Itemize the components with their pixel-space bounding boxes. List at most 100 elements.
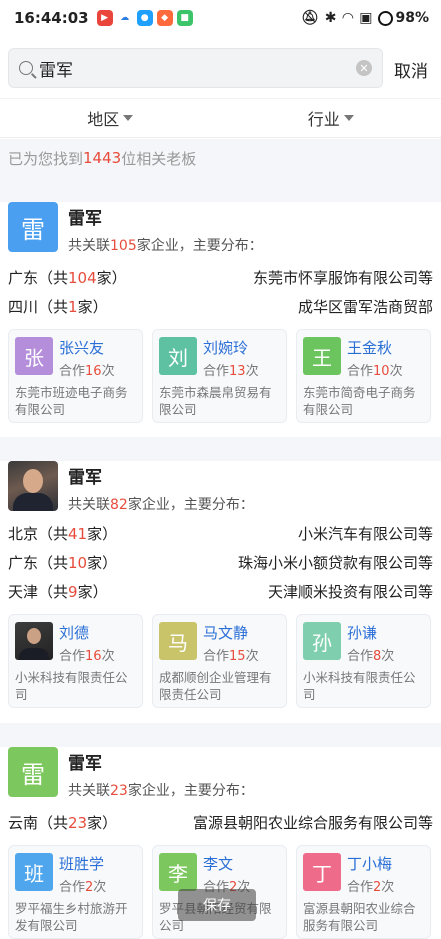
- distribution-row[interactable]: 天津（共9家）天津顺米投资有限公司等: [8, 577, 433, 606]
- partner-coop: 合作15次: [203, 645, 259, 664]
- region-label: 四川（共1家）: [8, 296, 108, 317]
- divider: [0, 437, 441, 461]
- coop-prefix: 合作: [347, 649, 373, 664]
- boss-name[interactable]: 雷军: [68, 204, 263, 229]
- partner-company: 富源县朝阳农业综合服务有限公司: [303, 900, 424, 934]
- search-query[interactable]: 雷军: [39, 56, 356, 81]
- caret-down-icon: [344, 115, 354, 121]
- region-count: 23: [68, 814, 87, 832]
- partner-name[interactable]: 马文静: [203, 622, 259, 643]
- partner-card[interactable]: 刘刘婉玲合作13次东莞市森晨帛贸易有限公司: [152, 329, 287, 423]
- region-prefix: 广东（共: [8, 554, 68, 572]
- region-count: 9: [68, 583, 78, 601]
- region-unit: 家）: [97, 269, 127, 287]
- region-label: 云南（共23家）: [8, 812, 117, 833]
- coop-prefix: 合作: [203, 649, 229, 664]
- status-app-icons: ▶☁●◆■: [97, 10, 193, 26]
- distribution-list: 云南（共23家）富源县朝阳农业综合服务有限公司等: [8, 808, 433, 837]
- distribution-row[interactable]: 广东（共104家）东莞市怀享服饰有限公司等: [8, 263, 433, 292]
- partner-coop: 合作2次: [59, 876, 106, 895]
- partner-coop: 合作2次: [347, 876, 394, 895]
- distribution-list: 广东（共104家）东莞市怀享服饰有限公司等 四川（共1家）成华区雷军浩商贸部: [8, 263, 433, 321]
- summary-suffix: 家企业，主要分布：: [128, 783, 254, 799]
- boss-header: 雷 雷军 共关联23家企业，主要分布：: [8, 747, 433, 800]
- partner-name[interactable]: 丁小梅: [347, 853, 394, 874]
- partner-name[interactable]: 班胜学: [59, 853, 106, 874]
- filter-region-label: 地区: [87, 106, 119, 130]
- filter-industry-label: 行业: [308, 106, 340, 130]
- partner-avatar: 张: [15, 337, 53, 375]
- partner-coop: 合作16次: [59, 360, 115, 379]
- summary-prefix: 共关联: [68, 783, 110, 799]
- distribution-list: 北京（共41家）小米汽车有限公司等 广东（共10家）珠海小米小额贷款有限公司等 …: [8, 519, 433, 606]
- partner-card[interactable]: 班班胜学合作2次罗平福生乡村旅游开发有限公司: [8, 845, 143, 939]
- avatar[interactable]: [8, 461, 58, 511]
- sim-icon: ▣: [359, 10, 372, 26]
- boss-header: 雷军 共关联82家企业，主要分布：: [8, 461, 433, 514]
- boss-name[interactable]: 雷军: [68, 463, 254, 488]
- partner-company: 东莞市班迹电子商务有限公司: [15, 384, 136, 418]
- filter-region[interactable]: 地区: [0, 99, 221, 137]
- search-icon: [19, 61, 33, 75]
- region-company: 小米汽车有限公司等: [298, 523, 433, 544]
- region-count: 1: [68, 298, 78, 316]
- summary-prefix: 共关联: [68, 497, 110, 513]
- partner-name[interactable]: 刘婉玲: [203, 337, 259, 358]
- filter-bar: 地区 行业: [0, 98, 441, 138]
- partner-name[interactable]: 张兴友: [59, 337, 115, 358]
- partner-company: 东莞市森晨帛贸易有限公司: [159, 384, 280, 418]
- battery-icon: [378, 11, 393, 26]
- search-input[interactable]: 雷军 ✕: [8, 48, 383, 88]
- coop-suffix: 次: [246, 364, 259, 379]
- distribution-row[interactable]: 云南（共23家）富源县朝阳农业综合服务有限公司等: [8, 808, 433, 837]
- coop-suffix: 次: [390, 364, 403, 379]
- partner-name[interactable]: 王金秋: [347, 337, 403, 358]
- result-prefix: 已为您找到: [8, 148, 83, 169]
- boss-summary: 共关联82家企业，主要分布：: [68, 494, 254, 514]
- filter-industry[interactable]: 行业: [221, 99, 441, 137]
- company-count: 82: [110, 497, 128, 513]
- partner-name[interactable]: 孙谦: [347, 622, 394, 643]
- boss-header: 雷 雷军 共关联105家企业，主要分布：: [8, 202, 433, 255]
- region-unit: 家）: [87, 814, 117, 832]
- distribution-row[interactable]: 四川（共1家）成华区雷军浩商贸部: [8, 292, 433, 321]
- region-label: 广东（共10家）: [8, 552, 117, 573]
- partner-card[interactable]: 孙孙谦合作8次小米科技有限责任公司: [296, 614, 431, 708]
- boss-card[interactable]: 雷 雷军 共关联105家企业，主要分布： 广东（共104家）东莞市怀享服饰有限公…: [0, 202, 441, 437]
- coop-prefix: 合作: [59, 364, 85, 379]
- partner-list: 张张兴友合作16次东莞市班迹电子商务有限公司 刘刘婉玲合作13次东莞市森晨帛贸易…: [8, 329, 433, 423]
- clear-icon[interactable]: ✕: [356, 60, 372, 76]
- boss-name[interactable]: 雷军: [68, 749, 254, 774]
- green-app-icon: ■: [177, 10, 193, 26]
- partner-name[interactable]: 刘德: [59, 622, 115, 643]
- avatar[interactable]: 雷: [8, 747, 58, 797]
- partner-company: 东莞市简奇电子商务有限公司: [303, 384, 424, 418]
- cancel-button[interactable]: 取消: [394, 57, 428, 82]
- partner-card[interactable]: 丁丁小梅合作2次富源县朝阳农业综合服务有限公司: [296, 845, 431, 939]
- battery-indicator: 98%: [378, 10, 429, 26]
- region-unit: 家）: [87, 525, 117, 543]
- boss-card[interactable]: 雷军 共关联82家企业，主要分布： 北京（共41家）小米汽车有限公司等 广东（共…: [0, 461, 441, 723]
- coop-suffix: 次: [102, 649, 115, 664]
- distribution-row[interactable]: 广东（共10家）珠海小米小额贷款有限公司等: [8, 548, 433, 577]
- partner-card[interactable]: 王王金秋合作10次东莞市简奇电子商务有限公司: [296, 329, 431, 423]
- distribution-row[interactable]: 北京（共41家）小米汽车有限公司等: [8, 519, 433, 548]
- region-prefix: 四川（共: [8, 298, 68, 316]
- status-bar: 16:44:03 ▶☁●◆■ 🔕︎ ✱ ◠ ▣ 98%: [0, 0, 441, 36]
- coop-prefix: 合作: [203, 364, 229, 379]
- boss-summary: 共关联23家企业，主要分布：: [68, 780, 254, 800]
- status-right: 🔕︎ ✱ ◠ ▣ 98%: [301, 10, 429, 26]
- partner-card[interactable]: 刘德合作16次小米科技有限责任公司: [8, 614, 143, 708]
- divider: [0, 723, 441, 747]
- partner-name[interactable]: 李文: [203, 853, 250, 874]
- summary-suffix: 家企业，主要分布：: [137, 238, 263, 254]
- coop-prefix: 合作: [347, 364, 373, 379]
- partner-company: 小米科技有限责任公司: [303, 669, 424, 703]
- summary-suffix: 家企业，主要分布：: [128, 497, 254, 513]
- region-count: 104: [68, 269, 97, 287]
- partner-company: 罗平福生乡村旅游开发有限公司: [15, 900, 136, 934]
- partner-coop: 合作13次: [203, 360, 259, 379]
- avatar[interactable]: 雷: [8, 202, 58, 252]
- partner-card[interactable]: 马马文静合作15次成都顺创企业管理有限责任公司: [152, 614, 287, 708]
- partner-card[interactable]: 张张兴友合作16次东莞市班迹电子商务有限公司: [8, 329, 143, 423]
